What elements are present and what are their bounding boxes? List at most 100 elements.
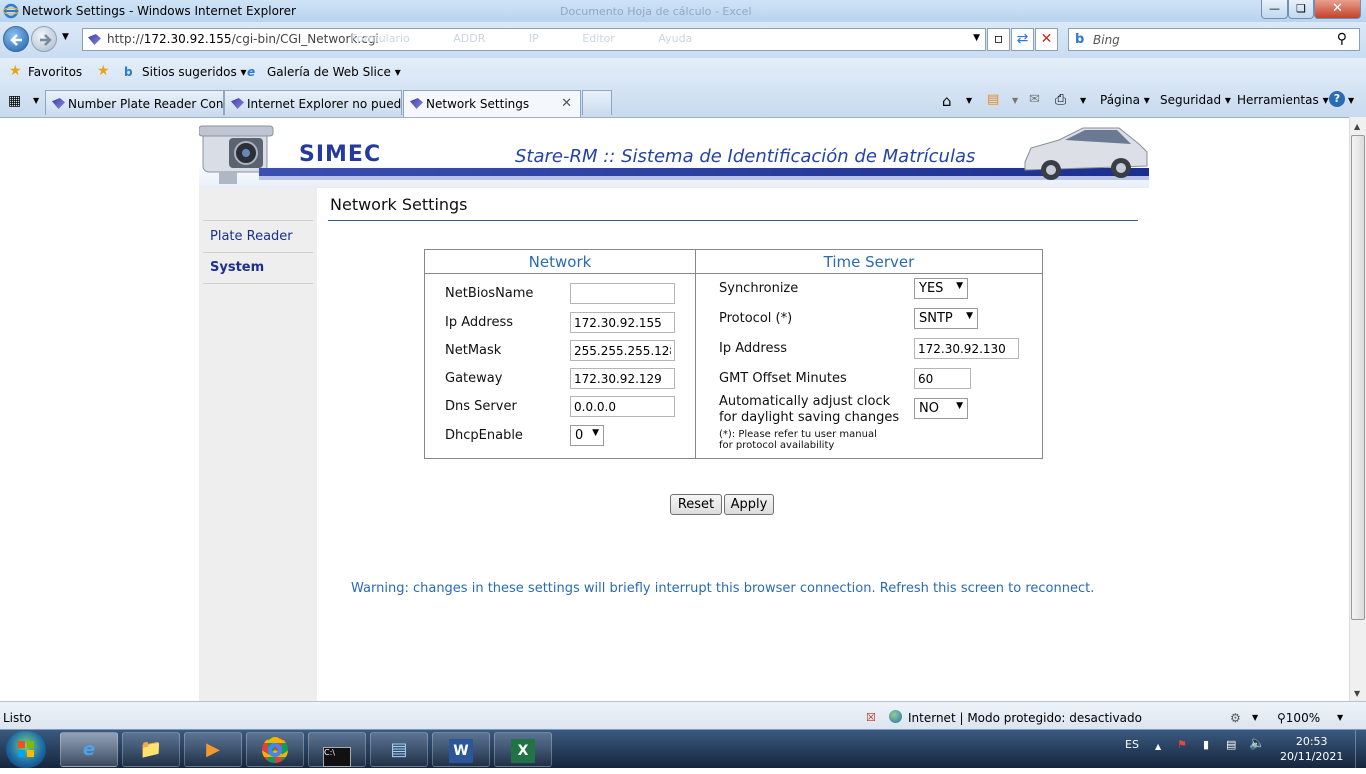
dropdown-arrow-icon: ▼ [592,428,599,438]
tab-number-plate-reader[interactable]: Number Plate Reader Conf... [45,90,224,115]
taskbar-explorer[interactable]: 📁 [122,732,180,767]
system-clock[interactable]: 20:53 20/11/2021 [1280,734,1343,764]
internet-zone-icon [889,710,902,723]
help-chevron-icon[interactable]: ▼ [1348,96,1354,105]
zone-chevron-icon[interactable]: ▼ [1252,713,1258,722]
ip-address-input[interactable] [570,312,675,333]
taskbar-chrome[interactable] [246,732,304,767]
scroll-down-icon[interactable]: ▼ [1354,689,1360,698]
forward-button[interactable] [31,26,57,52]
scrollbar-thumb[interactable] [1351,135,1365,620]
synchronize-label: Synchronize [719,281,799,296]
time-server-section-title: Time Server [696,250,1042,274]
gmt-offset-input[interactable] [914,368,971,389]
volume-icon[interactable]: 🔈 [1249,736,1265,751]
back-arrow-icon [10,34,22,46]
start-button[interactable] [6,731,46,768]
taskbar-command-prompt[interactable]: C:\ [308,732,366,767]
zoom-level[interactable]: ⚲100% [1277,711,1320,725]
feeds-chevron-icon[interactable]: ▼ [1012,96,1018,105]
time-server-ip-label: Ip Address [719,341,787,356]
zoom-chevron-icon[interactable]: ▼ [1337,713,1343,722]
taskbar-excel[interactable]: X [494,732,552,767]
taskbar-media-player[interactable]: ▶ [184,732,242,767]
stop-button[interactable]: ✕ [1035,28,1058,51]
quick-tabs-icon[interactable]: ▦ [8,93,21,109]
new-tab-button[interactable] [582,90,612,115]
home-icon[interactable]: ⌂ [942,92,952,110]
vertical-scrollbar[interactable]: ▲ ▼ [1349,117,1366,701]
dns-server-label: Dns Server [445,399,517,414]
search-icon[interactable]: ⚲ [1337,31,1347,47]
add-favorite-icon[interactable]: ★ [97,63,110,79]
close-window-button[interactable]: ✕ [1314,0,1361,19]
minimize-button[interactable]: — [1261,0,1288,19]
close-tab-icon[interactable]: ✕ [561,96,572,111]
tools-menu[interactable]: Herramientas ▾ [1237,93,1329,107]
netbios-input[interactable] [570,283,675,304]
refresh-button[interactable]: ⇄ [1011,28,1034,51]
dns-server-input[interactable] [570,396,675,417]
reset-button[interactable]: Reset [670,494,722,515]
taskbar: e 📁 ▶ C:\ ▤ W X ES ▲ ⚑ ▮ ▤ 🔈 20:53 20/11… [0,729,1366,769]
home-chevron-icon[interactable]: ▼ [966,96,972,105]
protocol-select[interactable]: SNTP ▼ [914,308,978,329]
menu-item-system[interactable]: System [203,252,313,284]
taskbar-remote-desktop[interactable]: ▤ [370,732,428,767]
favorites-star-icon: ★ [9,63,22,79]
side-menu: Plate Reader System [199,188,317,701]
feeds-icon[interactable]: ▤ [987,92,999,107]
tab-favicon-icon [410,98,423,109]
favorites-button[interactable]: Favoritos [28,65,82,79]
address-bar[interactable]: http://172.30.92.155/cgi-bin/CGI_Network… [82,28,986,51]
time-server-ip-input[interactable] [914,338,1019,359]
status-bar: Listo ☒ Internet | Modo protegido: desac… [0,701,1366,729]
car-image [1024,127,1148,180]
protected-mode-icon[interactable]: ⚙ [1230,711,1241,725]
maximize-button[interactable]: ❏ [1288,0,1314,19]
show-desktop-button[interactable] [1355,730,1366,769]
taskbar-word[interactable]: W [432,732,490,767]
back-button[interactable] [3,26,29,52]
battery-icon[interactable]: ▮ [1203,738,1209,751]
dhcp-enable-select[interactable]: 0 ▼ [570,425,604,446]
mail-icon[interactable]: ✉ [1029,92,1040,107]
compatibility-view-button[interactable]: ▫ [987,28,1010,51]
menu-item-plate-reader[interactable]: Plate Reader [203,221,313,253]
netmask-input[interactable] [570,340,675,361]
suggested-sites-button[interactable]: Sitios sugeridos ▾ [142,65,247,79]
page-menu[interactable]: Página ▾ [1100,93,1150,107]
help-icon[interactable]: ? [1329,91,1345,107]
web-slice-gallery-button[interactable]: Galería de Web Slice ▾ [267,65,401,79]
tab-list-chevron-icon[interactable]: ▼ [33,96,39,105]
language-indicator[interactable]: ES [1125,738,1139,751]
recent-pages-chevron-icon[interactable]: ▼ [62,32,69,42]
page-favicon-icon [88,34,101,45]
print-chevron-icon[interactable]: ▼ [1080,96,1086,105]
popup-blocked-icon[interactable]: ☒ [866,711,876,724]
safety-menu[interactable]: Seguridad ▾ [1160,93,1231,107]
chrome-icon [262,737,288,763]
synchronize-select[interactable]: YES ▼ [914,278,968,299]
tab-network-settings[interactable]: Network Settings ✕ [403,90,581,117]
time-server-section: Time Server Synchronize YES ▼ Protocol (*… [696,250,1043,459]
status-text: Listo [3,711,32,725]
search-box[interactable]: b Bing ⚲ [1068,28,1360,51]
security-zone-text[interactable]: Internet | Modo protegido: desactivado [908,711,1142,725]
dst-select[interactable]: NO ▼ [914,398,968,419]
action-center-icon[interactable]: ⚑ [1177,738,1187,751]
scroll-up-icon[interactable]: ▲ [1354,122,1360,131]
apply-button[interactable]: Apply [724,494,774,515]
network-section: Network NetBiosName Ip Address NetMask G… [424,249,696,459]
clock-time: 20:53 [1295,735,1328,748]
netmask-label: NetMask [445,343,502,358]
tab-ie-cannot[interactable]: Internet Explorer no puede... [224,90,402,115]
address-dropdown-icon[interactable]: ▼ [973,33,980,43]
print-icon[interactable]: ⎙ [1055,92,1066,108]
taskbar-ie[interactable]: e [60,732,118,767]
gateway-input[interactable] [570,368,675,389]
window-title-bar: Network Settings - Windows Internet Expl… [0,0,1366,22]
network-icon[interactable]: ▤ [1226,738,1236,751]
url-text[interactable]: http://172.30.92.155/cgi-bin/CGI_Network… [107,32,379,46]
show-hidden-icons-icon[interactable]: ▲ [1155,742,1161,751]
